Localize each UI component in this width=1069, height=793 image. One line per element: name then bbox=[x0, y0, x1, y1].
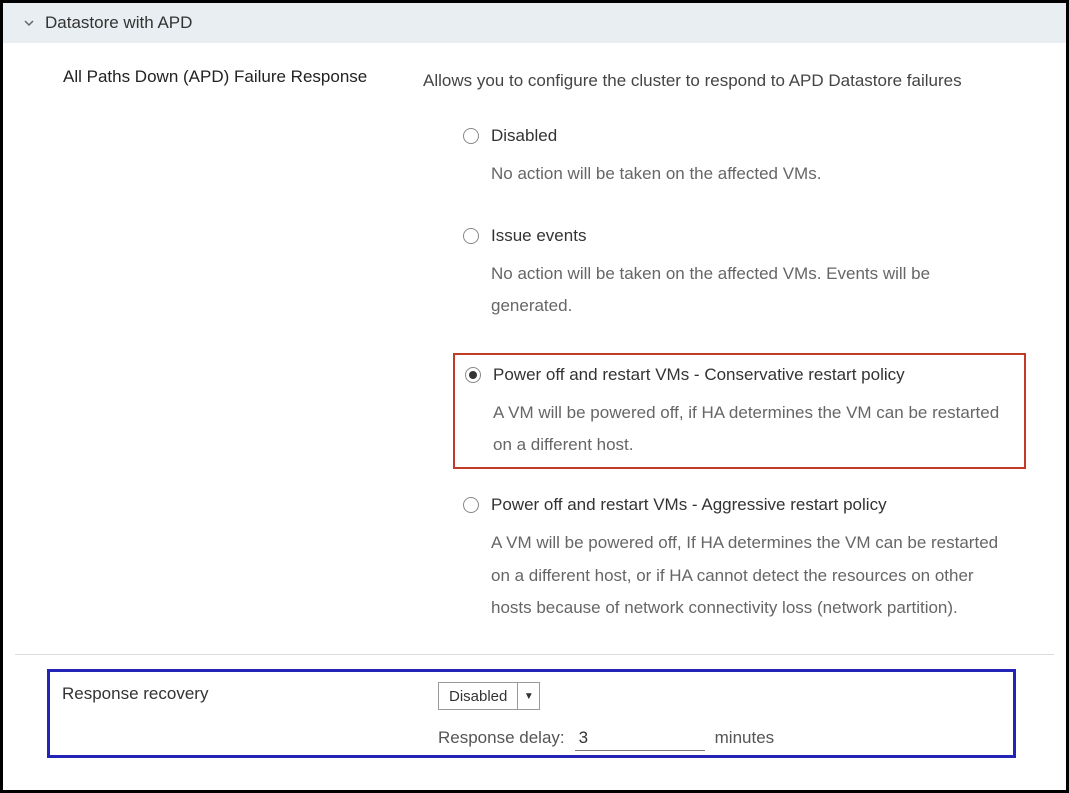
response-delay-unit: minutes bbox=[715, 728, 775, 748]
apd-option-aggressive: Power off and restart VMs - Aggressive r… bbox=[453, 489, 1026, 626]
option-label: Power off and restart VMs - Aggressive r… bbox=[491, 495, 887, 515]
option-label: Disabled bbox=[491, 126, 557, 146]
apd-failure-response-label: All Paths Down (APD) Failure Response bbox=[63, 67, 403, 87]
apd-options: Disabled No action will be taken on the … bbox=[453, 120, 1026, 626]
option-label: Power off and restart VMs - Conservative… bbox=[493, 365, 905, 385]
response-recovery-controls: Disabled ▼ Response delay: minutes bbox=[438, 682, 1001, 751]
radio-issue-events[interactable] bbox=[463, 228, 479, 244]
settings-panel: Datastore with APD All Paths Down (APD) … bbox=[0, 0, 1069, 793]
option-desc: No action will be taken on the affected … bbox=[491, 158, 1016, 190]
option-desc: A VM will be powered off, if HA determin… bbox=[493, 397, 1014, 462]
radio-disabled[interactable] bbox=[463, 128, 479, 144]
radio-aggressive[interactable] bbox=[463, 497, 479, 513]
response-recovery-select[interactable]: Disabled ▼ bbox=[438, 682, 540, 710]
apd-setting-label-col: All Paths Down (APD) Failure Response bbox=[63, 67, 423, 654]
option-desc: A VM will be powered off, If HA determin… bbox=[491, 527, 1016, 624]
apd-option-issue-events: Issue events No action will be taken on … bbox=[453, 220, 1026, 325]
section-title: Datastore with APD bbox=[45, 13, 192, 33]
apd-content: All Paths Down (APD) Failure Response Al… bbox=[3, 43, 1066, 654]
response-delay-label: Response delay: bbox=[438, 728, 565, 748]
apd-setting-value-col: Allows you to configure the cluster to r… bbox=[423, 67, 1026, 654]
option-desc: No action will be taken on the affected … bbox=[491, 258, 1016, 323]
chevron-down-icon bbox=[23, 17, 35, 29]
response-delay-input[interactable] bbox=[575, 728, 705, 751]
response-recovery-section: Response recovery Disabled ▼ Response de… bbox=[47, 669, 1016, 758]
response-delay-row: Response delay: minutes bbox=[438, 728, 1001, 751]
apd-intro-text: Allows you to configure the cluster to r… bbox=[423, 67, 1026, 96]
divider bbox=[15, 654, 1054, 655]
apd-option-disabled: Disabled No action will be taken on the … bbox=[453, 120, 1026, 192]
caret-down-icon: ▼ bbox=[517, 683, 539, 709]
radio-conservative[interactable] bbox=[465, 367, 481, 383]
option-label: Issue events bbox=[491, 226, 586, 246]
apd-option-conservative: Power off and restart VMs - Conservative… bbox=[453, 353, 1026, 470]
select-value: Disabled bbox=[439, 688, 517, 705]
response-recovery-label: Response recovery bbox=[62, 682, 438, 751]
section-header-datastore-apd[interactable]: Datastore with APD bbox=[3, 3, 1066, 43]
